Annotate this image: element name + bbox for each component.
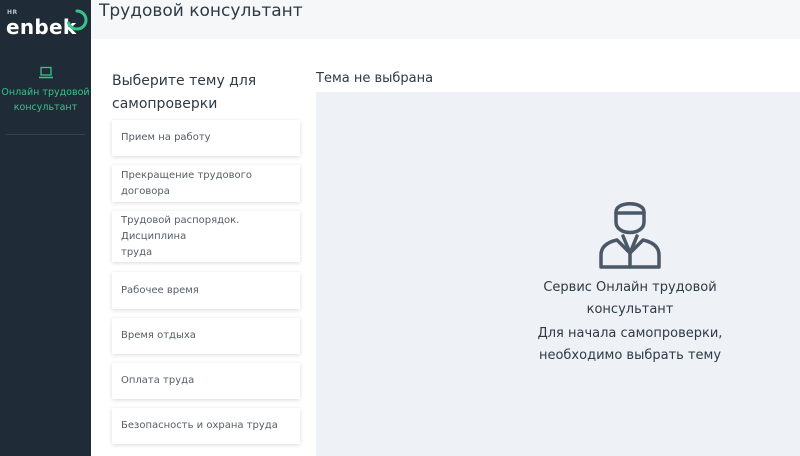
logo-ring-icon	[67, 9, 88, 31]
topic-contract-termination[interactable]: Прекращение трудового договора	[112, 165, 300, 202]
topic-label: Прекращение трудового договора	[121, 169, 252, 197]
laptop-icon	[38, 66, 53, 79]
topic-label: Время отдыха	[121, 330, 196, 341]
topic-labor-safety[interactable]: Безопасность и охрана труда	[112, 408, 300, 444]
empty-state-message-title: Сервис Онлайн трудовой консультант	[543, 280, 717, 317]
topic-label: Оплата труда	[121, 375, 195, 386]
topics-heading: Выберите тему для самопроверки	[112, 73, 257, 112]
page-title: Трудовой консультант	[99, 1, 303, 21]
topic-work-discipline[interactable]: Трудовой распорядок. Дисциплина труда	[112, 211, 300, 262]
sidebar-divider	[6, 134, 85, 135]
sidebar-item-online-consultant[interactable]: Онлайн трудовой консультант	[0, 66, 91, 115]
empty-state-message-hint: Для начала самопроверки, необходимо выбр…	[537, 326, 723, 363]
enbek-logo[interactable]: HR enbek	[4, 6, 88, 39]
sidebar: HR enbek Онлайн трудовой консультант	[0, 0, 91, 456]
content-title: Тема не выбрана	[316, 71, 434, 86]
topic-label: Безопасность и охрана труда	[121, 420, 278, 431]
topic-hiring[interactable]: Прием на работу	[112, 120, 300, 156]
topic-rest-time[interactable]: Время отдыха	[112, 318, 300, 354]
topic-label: Прием на работу	[121, 132, 211, 143]
header: Трудовой консультант	[91, 0, 800, 39]
topic-label: Трудовой распорядок. Дисциплина труда	[121, 214, 240, 258]
topic-working-time[interactable]: Рабочее время	[112, 272, 300, 309]
content-panel: Сервис Онлайн трудовой консультант Для н…	[316, 92, 800, 456]
consultant-avatar-icon	[599, 202, 661, 269]
sidebar-item-label: Онлайн трудовой консультант	[1, 87, 90, 113]
topic-label: Рабочее время	[121, 284, 199, 296]
topic-wages[interactable]: Оплата труда	[112, 363, 300, 399]
